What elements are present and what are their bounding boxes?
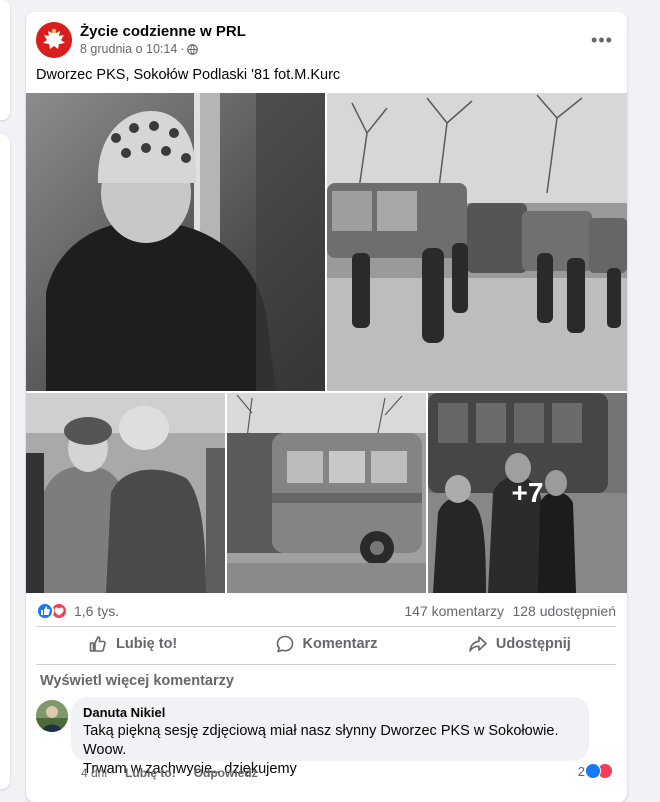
side-card: [0, 135, 10, 789]
comment-count[interactable]: 147 komentarzy: [404, 603, 504, 619]
photo-2[interactable]: [327, 93, 627, 391]
avatar[interactable]: [36, 700, 68, 732]
feed-post: Życie codzienne w PRL 8 grudnia o 10:14 …: [26, 12, 627, 802]
comment-button-label: Komentarz: [302, 636, 378, 652]
comment-like-button[interactable]: Lubię to!: [125, 766, 176, 780]
comment-reaction-count: 2: [577, 763, 585, 779]
post-date[interactable]: 8 grudnia o 10:14: [80, 42, 177, 56]
like-reaction-icon: [36, 602, 54, 620]
comment-footer: 4 dni Lubię to! Odpowiedz: [81, 766, 258, 780]
share-button-label: Udostępnij: [495, 636, 571, 652]
page-name[interactable]: Życie codzienne w PRL: [80, 23, 246, 40]
view-more-comments-link[interactable]: Wyświetl więcej komentarzy: [40, 673, 234, 689]
comment-icon: [276, 635, 293, 653]
reaction-count[interactable]: 1,6 tys.: [74, 603, 119, 619]
post-meta: 8 grudnia o 10:14 ·: [80, 42, 199, 56]
comment-reply-button[interactable]: Odpowiedz: [194, 766, 258, 780]
like-button[interactable]: Lubię to!: [36, 628, 229, 660]
post-header: Życie codzienne w PRL 8 grudnia o 10:14 …: [36, 22, 616, 58]
share-count[interactable]: 128 udostępnień: [512, 603, 616, 619]
comment-author[interactable]: Danuta Nikiel: [83, 705, 577, 720]
reactions-summary: 1,6 tys. 147 komentarzy 128 udostępnień: [36, 601, 616, 623]
divider: [36, 664, 616, 665]
post-actions: Lubię to! Komentarz Udostępnij: [36, 628, 616, 660]
side-card: [0, 0, 10, 120]
like-icon: [89, 636, 106, 652]
comment-text-line: Taką piękną sesję zdjęciową miał nasz sł…: [83, 723, 559, 758]
comment-reactions[interactable]: 2: [577, 763, 613, 779]
meta-separator: ·: [180, 42, 185, 56]
comment-bubble: Danuta Nikiel Taką piękną sesję zdjęciow…: [71, 697, 589, 777]
photo-5[interactable]: +7: [428, 393, 627, 593]
globe-icon: [187, 43, 199, 55]
share-button[interactable]: Udostępnij: [423, 628, 616, 660]
page-avatar[interactable]: [36, 22, 72, 58]
reaction-icons[interactable]: [36, 602, 72, 622]
like-button-label: Lubię to!: [116, 636, 178, 652]
photo-3[interactable]: [26, 393, 225, 593]
comment-button[interactable]: Komentarz: [229, 628, 422, 660]
share-icon: [469, 636, 487, 652]
more-options-icon[interactable]: •••: [588, 26, 616, 54]
post-caption: Dworzec PKS, Sokołów Podlaski '81 fot.M.…: [36, 67, 341, 83]
like-reaction-icon: [585, 763, 601, 779]
divider: [36, 626, 616, 627]
comment-time[interactable]: 4 dni: [81, 766, 107, 780]
photo-1[interactable]: [26, 93, 325, 391]
more-photos-overlay[interactable]: +7: [428, 393, 627, 593]
eagle-logo-icon: [36, 22, 72, 58]
photo-4[interactable]: [227, 393, 426, 593]
